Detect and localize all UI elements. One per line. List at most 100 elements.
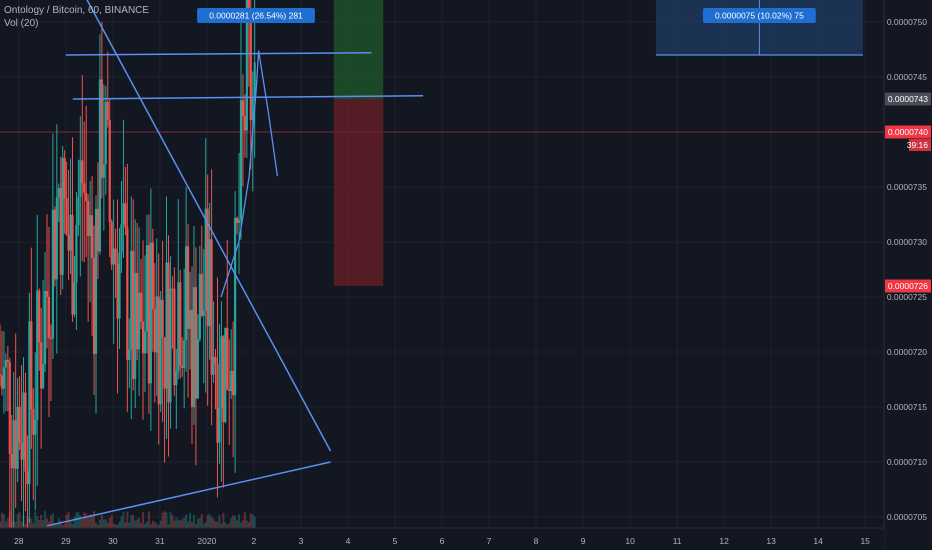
price-marker-text: 0.0000743 (888, 94, 928, 104)
volume-bar (138, 517, 141, 528)
price-marker-stop: 0.0000726 (885, 279, 931, 293)
candle-body (12, 420, 15, 469)
candle-body (228, 389, 231, 391)
candle-body (0, 374, 2, 376)
volume-bar (100, 514, 103, 528)
volume-bar (91, 514, 94, 528)
candle-body (167, 262, 170, 403)
candle-body (73, 282, 76, 315)
candle-body (224, 328, 227, 422)
price-axis-panel[interactable] (884, 0, 932, 550)
volume-bar (222, 512, 225, 528)
candle-body (14, 420, 17, 469)
candle-body (226, 328, 229, 390)
candle-body (49, 338, 53, 340)
volume-bar (93, 511, 96, 528)
price-tick-label: 0.0000735 (887, 182, 927, 192)
measure-label: 0.0000075 (10.02%) 75 (702, 8, 816, 23)
candle-body (94, 208, 98, 354)
price-marker-text: 0.0000740 (888, 127, 928, 137)
price-tick-label: 0.0000710 (887, 457, 927, 467)
candle-body (38, 290, 41, 343)
volume-bar (220, 523, 223, 528)
volume-bar (108, 517, 111, 528)
volume-bar (185, 514, 188, 528)
candle-body (65, 198, 68, 235)
short-position-target-zone[interactable] (333, 0, 384, 99)
candle-body (85, 192, 88, 202)
price-tick-label: 0.0000715 (887, 402, 927, 412)
candle-body (81, 160, 84, 184)
candle-body (171, 288, 174, 290)
candle-body (153, 309, 156, 353)
price-tick-label: 0.0000725 (887, 292, 927, 302)
time-tick-label: 2 (252, 536, 257, 546)
time-tick-label: 3 (299, 536, 304, 546)
volume-bar (104, 519, 107, 528)
candle-body (53, 209, 56, 280)
volume-indicator-label[interactable]: Vol (20) (4, 17, 149, 30)
volume-bar (196, 518, 199, 528)
short-position-stop-zone[interactable] (333, 99, 384, 286)
chart-legend: Ontology / Bitcoin, 60, BINANCE Vol (20) (4, 4, 149, 30)
volume-bar (126, 511, 129, 528)
volume-bar (218, 514, 221, 528)
volume-bar (32, 523, 35, 528)
candle-body (232, 370, 235, 396)
price-tick-label: 0.0000720 (887, 347, 927, 357)
volume-bar (132, 515, 135, 528)
volume-bar (232, 515, 235, 528)
candle-body (126, 227, 129, 360)
volume-bar (173, 520, 176, 528)
time-tick-label: 4 (346, 536, 351, 546)
candle-body (145, 245, 149, 332)
candle-body (8, 362, 11, 454)
candle-body (20, 442, 23, 460)
candle-body (118, 252, 121, 319)
volume-bar (128, 522, 131, 528)
candle-body (185, 246, 188, 341)
candle-body (24, 392, 27, 472)
volume-bar (249, 513, 252, 528)
volume-bar (6, 518, 9, 528)
candle-body (92, 258, 96, 354)
time-tick-label: 14 (813, 536, 823, 546)
volume-bar (18, 512, 21, 528)
candle-body (177, 282, 180, 372)
volume-bar (36, 516, 39, 528)
volume-bar (24, 523, 27, 528)
candle-body (175, 371, 178, 386)
candle-body (216, 363, 219, 443)
volume-bar (116, 524, 119, 528)
volume-bar (106, 522, 109, 528)
candle-body (32, 409, 35, 435)
candle-body (2, 367, 6, 389)
candle-body (194, 287, 198, 399)
volume-bar (16, 514, 19, 528)
candle-body (71, 214, 74, 315)
candle-body (181, 365, 184, 368)
symbol-title[interactable]: Ontology / Bitcoin, 60, BINANCE (4, 4, 149, 17)
candle-body (79, 160, 82, 197)
time-tick-label: 31 (155, 536, 165, 546)
volume-bar (204, 521, 207, 528)
volume-bar (136, 519, 139, 528)
candle-body (196, 339, 199, 399)
candle-body (237, 219, 241, 223)
volume-bar (181, 519, 184, 528)
volume-bar (42, 519, 45, 528)
candle-body (47, 296, 51, 339)
candle-body (149, 242, 152, 384)
candle-body (43, 291, 47, 365)
chart-canvas[interactable]: 0.0000281 (26.54%) 281 0.0000075 (10.02%)… (0, 0, 932, 550)
candle-body (30, 321, 33, 410)
volume-bar (38, 519, 41, 528)
volume-bar (198, 518, 201, 528)
volume-bar (253, 516, 256, 528)
candle-body (214, 356, 217, 364)
time-tick-label: 13 (766, 536, 776, 546)
candle-body (67, 234, 70, 251)
volume-bar (30, 518, 33, 528)
volume-bar (236, 520, 239, 528)
volume-bar (122, 511, 125, 528)
